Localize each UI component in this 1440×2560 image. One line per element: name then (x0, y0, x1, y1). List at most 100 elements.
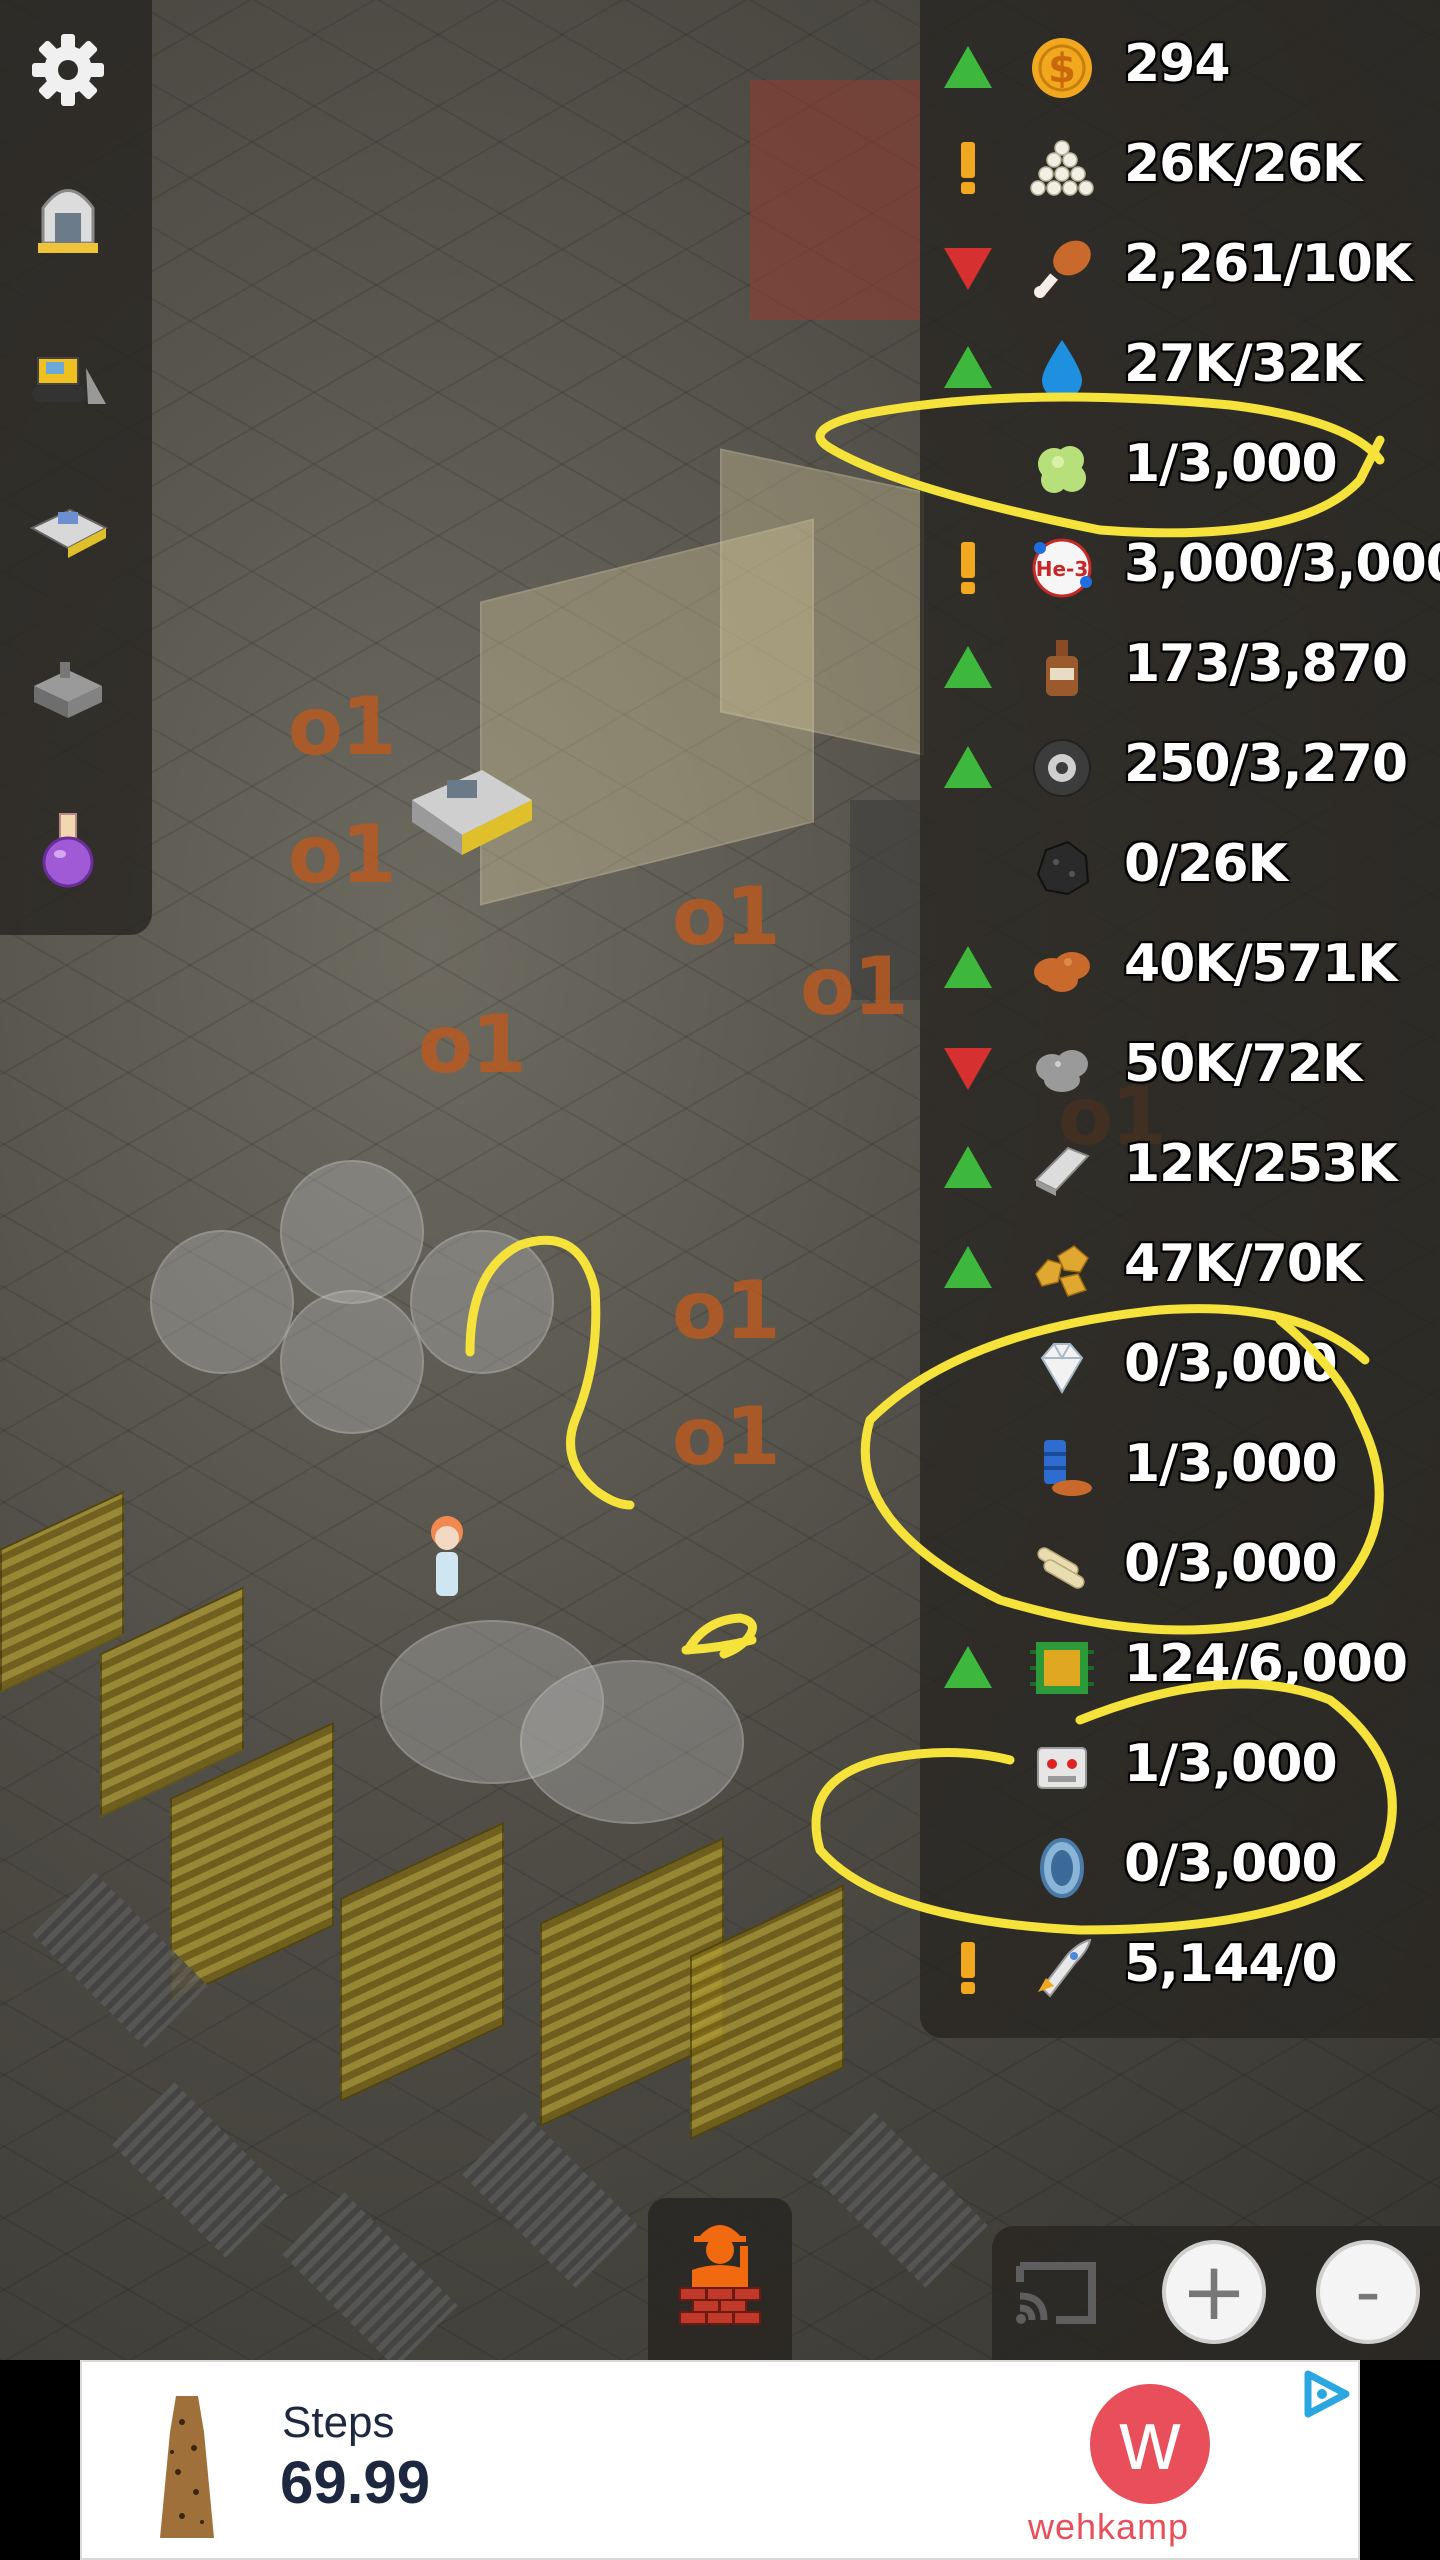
green-gas-icon (1028, 434, 1096, 502)
trend-up-icon (940, 640, 996, 696)
colonist[interactable] (422, 1512, 472, 1602)
resource-amount: 0/3,000 (1124, 1534, 1338, 1594)
factory-button[interactable] (18, 640, 118, 740)
ad-banner[interactable]: Steps 69.99 w wehkamp (80, 2360, 1360, 2560)
resource-row[interactable]: He-3 3,000/3,000 (920, 518, 1440, 618)
svg-text:$: $ (1048, 46, 1076, 92)
rover-vehicle[interactable] (392, 760, 542, 870)
resource-row[interactable]: 0/26K (920, 818, 1440, 918)
building[interactable] (750, 80, 920, 320)
dome[interactable] (150, 1230, 294, 1374)
resource-amount: 26K/26K (1124, 134, 1362, 194)
resource-amount: 50K/72K (1124, 1034, 1362, 1094)
landing-pad[interactable] (462, 2112, 638, 2288)
warning-icon (940, 540, 996, 596)
resource-amount: 2,261/10K (1124, 234, 1412, 294)
stone-ore-icon (1028, 1034, 1096, 1102)
resource-row[interactable]: 26K/26K (920, 118, 1440, 218)
habitat-button[interactable] (18, 168, 118, 268)
resource-row[interactable]: 0/3,000 (920, 1518, 1440, 1618)
resource-row[interactable]: 0/3,000 (920, 1818, 1440, 1918)
potion-flask-icon (42, 813, 94, 888)
robot-icon (1028, 1734, 1096, 1802)
resource-amount: 1/3,000 (1124, 1434, 1338, 1494)
zoom-in-label: + (1180, 2245, 1248, 2338)
ore-deposit-label: o1 (288, 808, 397, 901)
building[interactable] (720, 448, 924, 756)
warning-icon (940, 140, 996, 196)
landing-pad[interactable] (112, 2082, 288, 2258)
ore-deposit-label: o1 (672, 1264, 781, 1357)
trend-up-icon (940, 40, 996, 96)
build-menu-button[interactable] (648, 2198, 792, 2360)
rover-button[interactable] (18, 480, 118, 580)
zoom-out-button[interactable]: - (1316, 2240, 1420, 2344)
copper-ore-icon (1028, 934, 1096, 1002)
resource-amount: 173/3,870 (1124, 634, 1408, 694)
resource-row[interactable]: 2,261/10K (920, 218, 1440, 318)
resource-amount: 0/3,000 (1124, 1834, 1338, 1894)
metal-bar-icon (1028, 1134, 1096, 1202)
trend-up-icon (940, 1640, 996, 1696)
resource-row[interactable]: 5,144/0 (920, 1918, 1440, 2018)
trend-up-icon (940, 1140, 996, 1196)
ad-banner-area: Steps 69.99 w wehkamp (0, 2360, 1440, 2560)
resource-row[interactable]: 50K/72K (920, 1018, 1440, 1118)
resource-row[interactable]: 40K/571K (920, 918, 1440, 1018)
resource-row[interactable]: $294 (920, 18, 1440, 118)
wehkamp-logo-letter: w (1119, 2393, 1181, 2487)
water-drop-icon (1028, 334, 1096, 402)
gear-icon (32, 34, 104, 106)
gold-nuggets-icon (1028, 1234, 1096, 1302)
dress-product-image (160, 2396, 214, 2538)
ore-deposit-label: o1 (672, 1390, 781, 1483)
resource-row[interactable]: 1/3,000 (920, 1718, 1440, 1818)
resource-row[interactable]: 124/6,000 (920, 1618, 1440, 1718)
dome[interactable] (280, 1290, 424, 1434)
resource-row[interactable]: 1/3,000 (920, 418, 1440, 518)
rover-icon (29, 508, 109, 558)
zoom-in-button[interactable]: + (1162, 2240, 1266, 2344)
resource-row[interactable]: 27K/32K (920, 318, 1440, 418)
ore-deposit-label: o1 (672, 870, 781, 963)
dome[interactable] (280, 1160, 424, 1304)
resource-row[interactable]: 250/3,270 (920, 718, 1440, 818)
trend-up-icon (940, 940, 996, 996)
construction-worker-icon (679, 2225, 761, 2325)
bottle-icon (1028, 634, 1096, 702)
ad-brand-name: wehkamp (1028, 2506, 1190, 2547)
resource-row[interactable]: 12K/253K (920, 1118, 1440, 1218)
resource-row[interactable]: 1/3,000 (920, 1418, 1440, 1518)
dome[interactable] (410, 1230, 554, 1374)
research-button[interactable] (18, 800, 118, 900)
resource-panel: $294 26K/26K 2,261/10K 27K/32K 1/3,000 He-3 3,… (920, 0, 1440, 2038)
trend-up-icon (940, 1240, 996, 1296)
settings-button[interactable] (18, 20, 118, 120)
ad-price: 69.99 (280, 2449, 431, 2516)
resource-row[interactable]: 173/3,870 (920, 618, 1440, 718)
resource-amount: 12K/253K (1124, 1134, 1397, 1194)
fuel-barrel-icon (1028, 1434, 1096, 1502)
resource-row[interactable]: 47K/70K (920, 1218, 1440, 1318)
resource-row[interactable]: 0/3,000 (920, 1318, 1440, 1418)
resource-amount: 124/6,000 (1124, 1634, 1408, 1694)
resource-amount: 0/26K (1124, 834, 1288, 894)
adchoices-icon[interactable] (1298, 2368, 1354, 2418)
disc-icon (1028, 734, 1096, 802)
resource-amount: 1/3,000 (1124, 434, 1338, 494)
microchip-icon (1028, 1634, 1096, 1702)
trend-up-icon (940, 740, 996, 796)
crystals-pile-icon (1028, 134, 1096, 202)
cast-button[interactable] (1006, 2248, 1106, 2338)
diamond-icon (1028, 1334, 1096, 1402)
trend-up-icon (940, 340, 996, 396)
bones-icon (1028, 1534, 1096, 1602)
solar-panel[interactable] (340, 1821, 504, 2103)
landing-pad[interactable] (812, 2112, 988, 2288)
factory-icon (34, 662, 102, 718)
bulldozer-button[interactable] (18, 330, 118, 430)
landing-pad[interactable] (282, 2192, 458, 2360)
dome[interactable] (520, 1660, 744, 1824)
trend-down-icon (940, 1040, 996, 1096)
bulldozer-icon (32, 357, 106, 404)
